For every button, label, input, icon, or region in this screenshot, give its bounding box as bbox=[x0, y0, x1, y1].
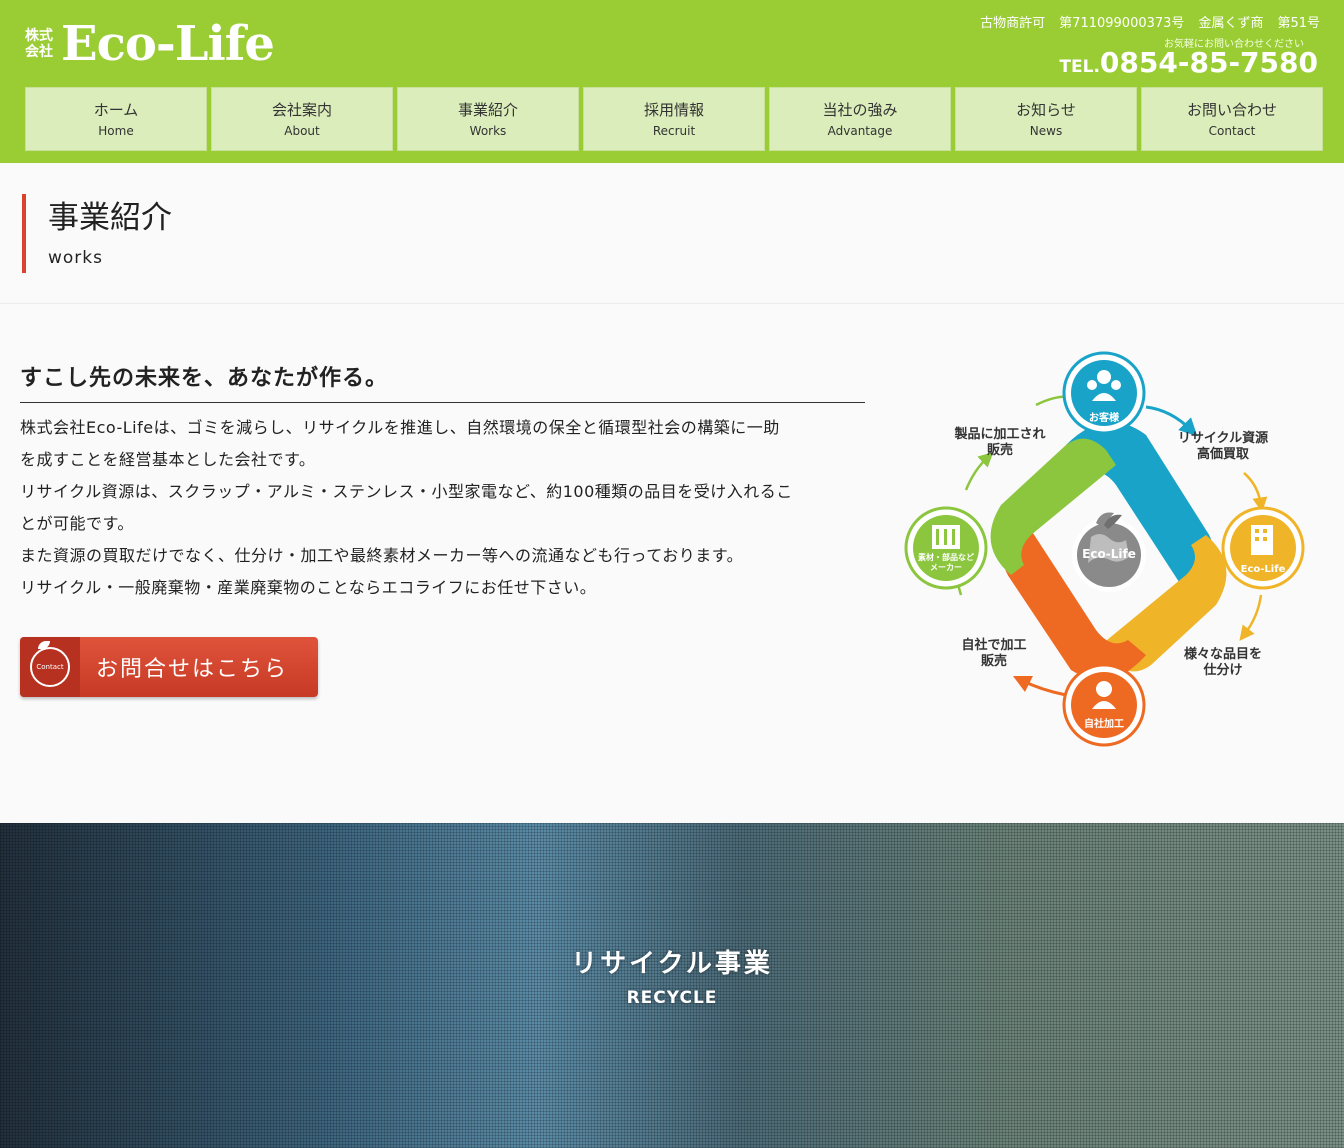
node-label-customer: お客様 bbox=[1089, 413, 1119, 424]
nav-label-en: About bbox=[284, 124, 320, 138]
page-title-sub: works bbox=[48, 248, 103, 268]
logo-name: Eco-Life bbox=[61, 16, 275, 72]
nav-label-en: Home bbox=[98, 124, 134, 138]
nav-item-home[interactable]: ホーム Home bbox=[25, 87, 207, 151]
license-info: 古物商許可 第711099000373号 金属くず商 第51号 bbox=[980, 12, 1320, 31]
step-label-product-sales: 製品に加工され 販売 bbox=[942, 427, 1058, 459]
recycle-cycle-diagram: Eco-Life お客様 Eco-Life 自社加工 素材・部品など メーカー … bbox=[896, 345, 1316, 750]
site-logo[interactable]: 株式会社 Eco-Life bbox=[25, 16, 275, 72]
nav-item-advantage[interactable]: 当社の強み Advantage bbox=[769, 87, 951, 151]
step-label-in-house: 自社で加工 販売 bbox=[942, 638, 1046, 670]
step-label-line: 販売 bbox=[980, 654, 1007, 669]
contact-button[interactable]: Contact お問合せはこちら bbox=[20, 637, 318, 697]
step-label-line: 高価買取 bbox=[1196, 447, 1249, 462]
nav-item-news[interactable]: お知らせ News bbox=[955, 87, 1137, 151]
nav-label-jp: 会社案内 bbox=[271, 101, 332, 119]
step-label-line: リサイクル資源 bbox=[1177, 431, 1269, 446]
nav-label-en: Works bbox=[469, 124, 507, 138]
recycle-hero-banner[interactable]: リサイクル事業 RECYCLE bbox=[0, 823, 1344, 1148]
node-in-house-processing bbox=[1062, 663, 1146, 747]
nav-item-about[interactable]: 会社案内 About bbox=[211, 87, 393, 151]
worker-icon bbox=[1096, 681, 1112, 697]
intro-paragraph: 株式会社Eco-Lifeは、ゴミを減らし、リサイクルを推進し、自然環境の保全と循… bbox=[20, 418, 780, 437]
nav-label-jp: お問い合わせ bbox=[1186, 101, 1277, 119]
step-label-line: 仕分け bbox=[1203, 663, 1243, 678]
intro-paragraph: とが可能です。 bbox=[20, 514, 134, 533]
nav-label-en: Advantage bbox=[827, 124, 893, 138]
nav-item-recruit[interactable]: 採用情報 Recruit bbox=[583, 87, 765, 151]
arrow-right-lower bbox=[1239, 594, 1263, 641]
license-label-2: 金属くず商 bbox=[1198, 16, 1264, 31]
intro-heading: すこし先の未来を、あなたが作る。 bbox=[20, 360, 865, 403]
contact-badge: Contact bbox=[20, 637, 80, 697]
step-label-sorting: 様々な品目を 仕分け bbox=[1168, 647, 1278, 679]
building-icon bbox=[1251, 525, 1273, 555]
node-manufacturer bbox=[904, 506, 988, 590]
intro-paragraph: また資源の買取だけでなく、仕分け・加工や最終素材メーカー等への流通なども行ってお… bbox=[20, 546, 744, 565]
arrow-left-upper bbox=[964, 451, 994, 491]
node-label-manufacturer: 素材・部品など メーカー bbox=[910, 553, 982, 573]
node-label-processing: 自社加工 bbox=[1084, 719, 1124, 730]
nav-label-jp: 当社の強み bbox=[822, 101, 898, 119]
hero-subtitle: RECYCLE bbox=[626, 988, 718, 1008]
intro-text: 株式会社Eco-Lifeは、ゴミを減らし、リサイクルを推進し、自然環境の保全と循… bbox=[20, 412, 870, 604]
site-header: 株式会社 Eco-Life 古物商許可 第711099000373号 金属くず商… bbox=[0, 0, 1344, 163]
node-label-eco-life: Eco-Life bbox=[1240, 564, 1286, 575]
intro-paragraph: リサイクル・一般廃棄物・産業廃棄物のことならエコライフにお任せ下さい。 bbox=[20, 578, 597, 597]
nav-label-en: News bbox=[1029, 124, 1063, 138]
tel-number: 0854-85-7580 bbox=[1099, 46, 1318, 79]
node-eco-life bbox=[1221, 506, 1305, 590]
step-label-buyback: リサイクル資源 高価買取 bbox=[1168, 431, 1278, 463]
hero-title: リサイクル事業 bbox=[571, 949, 773, 979]
intro-paragraph: リサイクル資源は、スクラップ・アルミ・ステンレス・小型家電など、約100種類の品… bbox=[20, 482, 793, 501]
arrow-top-right bbox=[1145, 405, 1198, 437]
nav-label-jp: お知らせ bbox=[1016, 101, 1076, 119]
arrow-bottom-left bbox=[1012, 675, 1067, 697]
leaf-icon bbox=[38, 641, 50, 649]
nav-item-works[interactable]: 事業紹介 Works bbox=[397, 87, 579, 151]
step-label-line: 様々な品目を bbox=[1183, 647, 1262, 662]
nav-label-jp: 採用情報 bbox=[643, 101, 704, 119]
contact-badge-text: Contact bbox=[36, 663, 64, 671]
intro-paragraph: を成すことを経営基本とした会社です。 bbox=[20, 450, 316, 469]
nav-item-contact[interactable]: お問い合わせ Contact bbox=[1141, 87, 1323, 151]
contact-circle-icon: Contact bbox=[30, 641, 70, 687]
cycle-graphic: Eco-Life bbox=[904, 351, 1305, 747]
section-divider bbox=[0, 303, 1344, 304]
main-nav: ホーム Home 会社案内 About 事業紹介 Works 採用情報 Recr… bbox=[25, 87, 1323, 151]
nav-label-en: Recruit bbox=[652, 124, 696, 138]
page-title: 事業紹介 works bbox=[22, 194, 172, 273]
nav-label-jp: ホーム bbox=[93, 101, 139, 119]
nav-label-jp: 事業紹介 bbox=[457, 101, 518, 119]
step-label-line: 自社で加工 bbox=[961, 638, 1027, 653]
arrow-right-upper bbox=[1243, 472, 1268, 513]
license-number-2: 第51号 bbox=[1277, 16, 1320, 31]
phone-number[interactable]: TEL.0854-85-7580 bbox=[1059, 46, 1318, 79]
step-label-line: 製品に加工され bbox=[954, 427, 1046, 442]
logo-prefix: 株式会社 bbox=[25, 28, 53, 60]
license-number-1: 第711099000373号 bbox=[1059, 16, 1185, 31]
people-icon bbox=[1097, 370, 1111, 384]
center-globe-icon: Eco-Life bbox=[1072, 512, 1146, 592]
contact-button-label: お問合せはこちら bbox=[96, 657, 289, 682]
license-label-1: 古物商許可 bbox=[980, 16, 1046, 31]
node-label-manufacturer-line1: 素材・部品など bbox=[918, 553, 974, 562]
step-label-line: 販売 bbox=[986, 443, 1013, 458]
nav-label-en: Contact bbox=[1208, 124, 1256, 138]
page-title-main: 事業紹介 bbox=[48, 200, 172, 236]
center-label: Eco-Life bbox=[1082, 547, 1136, 561]
node-label-manufacturer-line2: メーカー bbox=[930, 563, 962, 572]
tel-prefix: TEL. bbox=[1059, 57, 1100, 77]
